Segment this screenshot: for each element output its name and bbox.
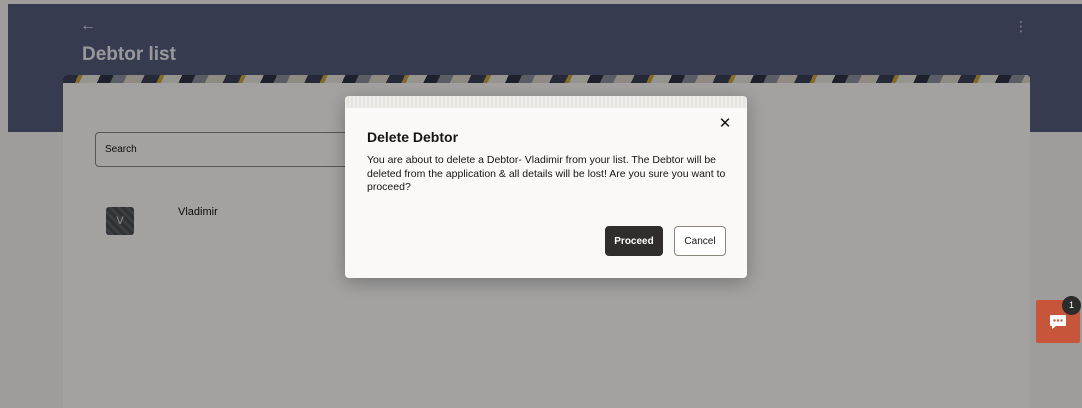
notification-badge: 1 <box>1062 296 1081 315</box>
dialog-message: You are about to delete a Debtor- Vladim… <box>367 154 726 193</box>
close-icon[interactable]: ✕ <box>717 116 733 132</box>
dialog-title: Delete Debtor <box>367 129 459 145</box>
proceed-button[interactable]: Proceed <box>605 226 663 256</box>
dialog-decorative-band <box>345 96 747 108</box>
cancel-button[interactable]: Cancel <box>674 226 726 256</box>
delete-debtor-dialog: ✕ Delete Debtor You are about to delete … <box>345 96 747 278</box>
chat-bubble-icon <box>1049 314 1067 330</box>
